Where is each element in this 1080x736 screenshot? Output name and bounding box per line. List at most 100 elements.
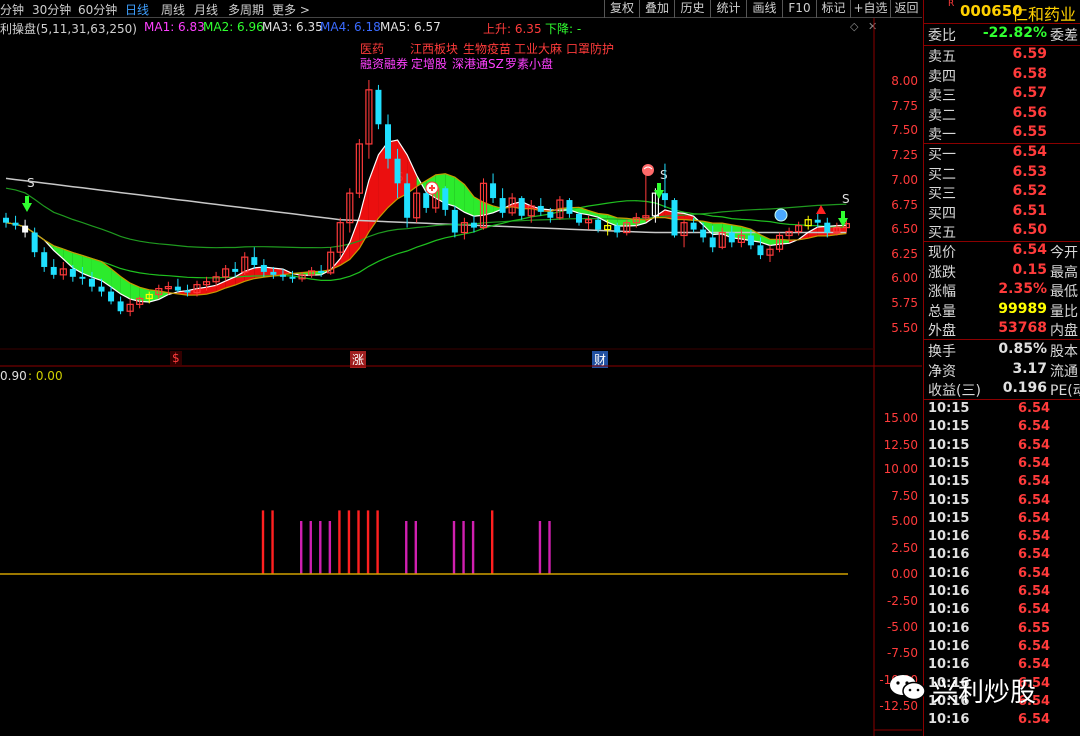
- candle-body: [375, 89, 382, 125]
- candle-body: [232, 268, 239, 272]
- candle: [527, 200, 535, 223]
- lower-tick: -5.00: [886, 620, 918, 634]
- stat-row: 收益(三)0.196PE(动: [928, 380, 1080, 399]
- ask-row: 卖五 6.59: [928, 46, 1047, 65]
- lower-tick: 15.00: [883, 411, 918, 425]
- kline-chart[interactable]: [0, 0, 922, 736]
- candle: [50, 259, 57, 279]
- candle: [22, 219, 29, 238]
- candle: [108, 286, 115, 305]
- tick-row: 10:16 6.54: [928, 529, 1051, 545]
- candle: [222, 264, 230, 281]
- lower-tick: -7.50: [886, 646, 918, 660]
- ma-bands: [6, 140, 847, 302]
- candle-body: [98, 286, 105, 292]
- candle-body: [757, 245, 764, 256]
- candle-body: [318, 270, 325, 273]
- candle: [766, 245, 774, 263]
- ma-lines: [5, 139, 847, 303]
- tick-row: 10:16 6.54: [928, 565, 1051, 581]
- bid-row: 买三 6.52: [928, 183, 1047, 202]
- candle: [451, 205, 458, 238]
- stat-row: 涨幅 2.35% 最低: [928, 281, 1078, 300]
- quote-panel: R 000650 仁和药业 委比 -22.82% 委差 卖五 6.59 卖四 6.58…: [923, 0, 1080, 736]
- candle-body: [451, 209, 458, 233]
- candle: [566, 198, 573, 218]
- candle-body: [50, 266, 57, 275]
- histogram-bars: [261, 510, 551, 574]
- candle: [661, 163, 668, 208]
- candle: [365, 80, 373, 159]
- bid-row: 买四 6.51: [928, 202, 1047, 222]
- candle: [355, 139, 363, 199]
- candle-body: [79, 276, 86, 279]
- candle-body: [12, 222, 19, 226]
- candle-body: [385, 124, 391, 159]
- candle-body: [537, 205, 544, 212]
- stat-row: 总量 99989 量比: [928, 300, 1078, 320]
- bid-row: 买二 6.53: [928, 163, 1047, 183]
- candle-body: [470, 222, 477, 228]
- tick-row: 10:15 6.54: [928, 419, 1051, 435]
- ma-band-segment: [464, 184, 474, 217]
- candle-body: [499, 198, 506, 213]
- ask-row: 卖二 6.56: [928, 104, 1047, 124]
- candle-body: [31, 232, 38, 253]
- ask-row: 卖一 6.55: [928, 124, 1047, 143]
- candle: [59, 262, 67, 280]
- candle-body: [184, 290, 191, 293]
- candle: [795, 221, 803, 236]
- tick-row: 10:15 6.54: [928, 455, 1051, 471]
- candle-body: [88, 278, 95, 287]
- candle: [232, 262, 239, 277]
- stock-header[interactable]: R 000650 仁和药业: [924, 0, 1080, 24]
- candle-body: [22, 225, 29, 233]
- candle-body: [700, 229, 707, 238]
- candle-body: [814, 219, 821, 223]
- candle: [251, 247, 258, 269]
- ask-row: 卖三 6.57: [928, 85, 1047, 104]
- candles: [3, 80, 851, 317]
- candle: [537, 198, 544, 216]
- candle: [3, 212, 9, 228]
- candle-body: [251, 257, 258, 265]
- lower-tick: 12.50: [883, 438, 918, 452]
- tick-row: 10:15 6.54: [928, 437, 1051, 453]
- candle: [126, 298, 134, 317]
- ask-row: 卖四 6.58: [928, 65, 1047, 85]
- candle-body: [394, 158, 401, 184]
- tick-row: 10:15 6.54: [928, 474, 1051, 490]
- wifi-signal-icon: [642, 164, 654, 176]
- candle: [490, 173, 497, 203]
- candle-body: [41, 252, 48, 267]
- candle-body: [442, 188, 449, 210]
- candle-body: [279, 274, 286, 277]
- candle-body: [547, 211, 554, 218]
- weibi-row: 委比 -22.82% 委差: [928, 25, 1078, 44]
- candle-body: [824, 222, 831, 233]
- candle-body: [690, 222, 697, 230]
- candle-body: [595, 219, 602, 230]
- candle-body: [576, 213, 582, 223]
- candle: [576, 211, 582, 226]
- candle: [174, 278, 181, 293]
- tick-row: 10:16 6.55: [928, 620, 1051, 636]
- tick-row: 10:16 6.54: [928, 602, 1051, 618]
- candle: [470, 215, 477, 233]
- candle: [518, 196, 525, 220]
- candle-body: [174, 286, 181, 291]
- candle: [241, 252, 249, 275]
- lower-tick: 2.50: [891, 541, 918, 555]
- warning-triangle-icon: [816, 205, 826, 214]
- watermark: 兴利炒股: [888, 672, 1036, 709]
- candle: [41, 247, 48, 272]
- candle-body: [404, 183, 411, 218]
- candle-body: [490, 183, 497, 199]
- globe-icon: [774, 208, 788, 222]
- ma5-line: [5, 139, 847, 303]
- tick-row: 10:16 6.54: [928, 547, 1051, 563]
- watermark-text: 兴利炒股: [932, 678, 1037, 708]
- stat-row: 外盘 53768 内盘: [928, 320, 1078, 339]
- candle-body: [270, 271, 277, 275]
- candle-body: [289, 276, 296, 279]
